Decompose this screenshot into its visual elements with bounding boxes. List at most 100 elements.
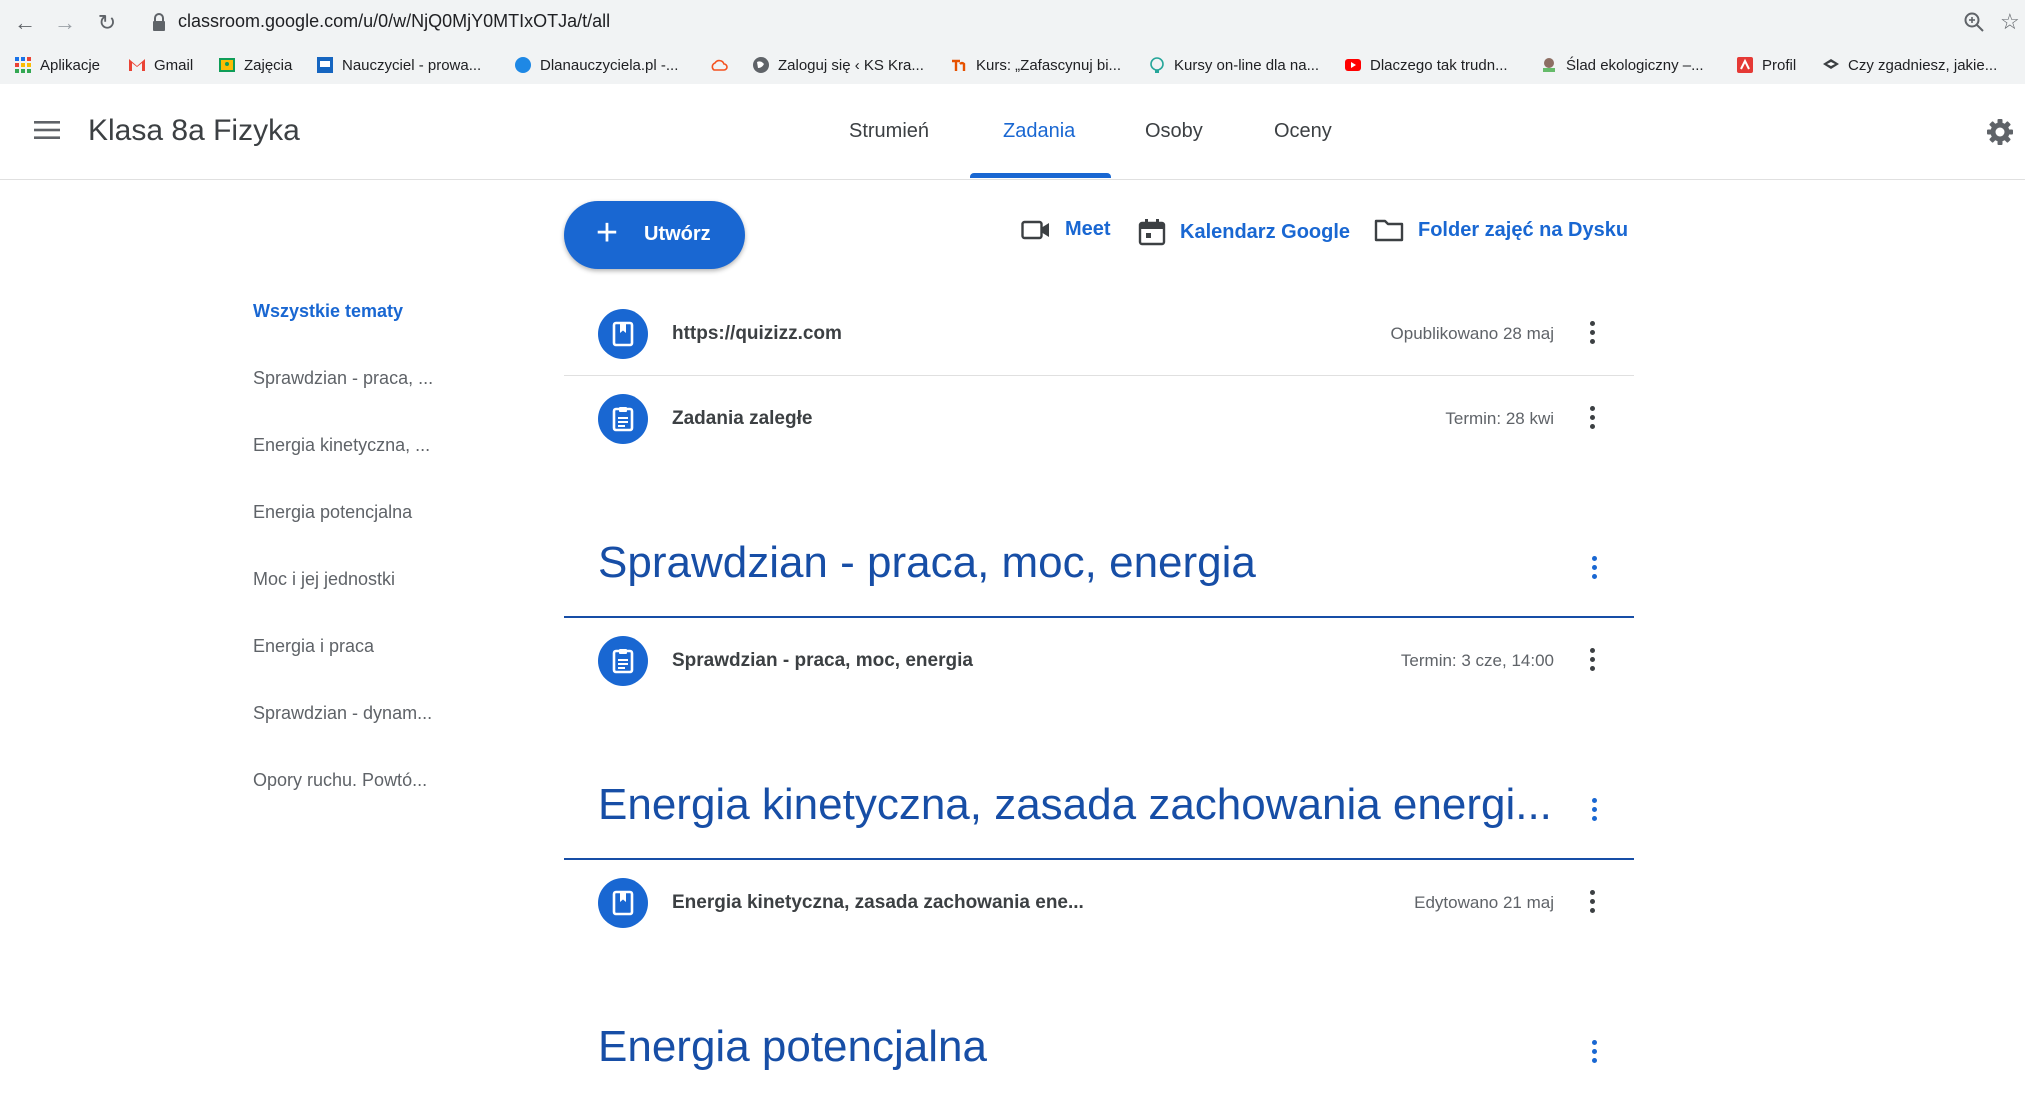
- more-options-icon[interactable]: [1590, 556, 1598, 580]
- item-date: Opublikowano 28 maj: [1390, 324, 1554, 343]
- item-title: Energia kinetyczna, zasada zachowania en…: [672, 892, 1084, 913]
- topic-sprawdzian-dynamika[interactable]: Sprawdzian - dynam...: [253, 703, 432, 724]
- zoom-icon[interactable]: [1963, 11, 1985, 33]
- gmail-icon: [129, 59, 145, 71]
- bookmark-dlaczego[interactable]: Dlaczego tak trudn...: [1344, 55, 1508, 75]
- more-options-icon[interactable]: [1588, 406, 1596, 430]
- meet-label: Meet: [1065, 218, 1111, 240]
- calendar-icon: [1138, 219, 1166, 246]
- topic-section-title[interactable]: Sprawdzian - praca, moc, energia: [598, 538, 1256, 588]
- bookmark-label: Dlaczego tak trudn...: [1370, 56, 1508, 74]
- url-text[interactable]: classroom.google.com/u/0/w/NjQ0MjY0MTIxO…: [178, 11, 610, 32]
- bookmark-zajecia[interactable]: Zajęcia: [218, 55, 292, 75]
- bookmark-kurs[interactable]: Kurs: „Zafascynuj bi...: [950, 55, 1121, 75]
- lock-icon: [153, 13, 165, 31]
- item-title: Zadania zaległe: [672, 408, 813, 429]
- bookmark-zaloguj[interactable]: Zaloguj się ‹ KS Kra...: [752, 55, 924, 75]
- more-options-icon[interactable]: [1588, 890, 1596, 914]
- bookmark-apps[interactable]: Aplikacje: [14, 55, 100, 75]
- bookmark-kursy-online[interactable]: Kursy on-line dla na...: [1148, 55, 1319, 75]
- more-options-icon[interactable]: [1590, 798, 1598, 822]
- more-options-icon[interactable]: [1588, 648, 1596, 672]
- bookmark-gmail[interactable]: Gmail: [128, 55, 193, 75]
- more-options-icon[interactable]: [1590, 1040, 1598, 1064]
- assignment-item[interactable]: Sprawdzian - praca, moc, energia Termin:…: [564, 618, 1634, 702]
- topic-all[interactable]: Wszystkie tematy: [253, 301, 403, 322]
- create-button-label: Utwórz: [644, 223, 711, 245]
- class-title[interactable]: Klasa 8a Fizyka: [88, 114, 300, 148]
- item-due-date: Termin: 28 kwi: [1445, 409, 1554, 428]
- tab-people[interactable]: Osoby: [1145, 120, 1203, 143]
- material-icon: [598, 309, 648, 359]
- plus-icon: +: [595, 212, 619, 254]
- bookmark-label: Nauczyciel - prowa...: [342, 56, 482, 74]
- drive-folder-label: Folder zajęć na Dysku: [1418, 218, 1629, 241]
- classroom-header: Klasa 8a Fizyka Strumień Zadania Osoby O…: [0, 84, 2025, 180]
- assignment-item[interactable]: Zadania zaległe Termin: 28 kwi: [564, 376, 1634, 460]
- bookmark-label: Ślad ekologiczny –...: [1566, 56, 1704, 74]
- bookmark-czy-zgadniesz[interactable]: Czy zgadniesz, jakie...: [1822, 55, 1997, 75]
- bookmark-label: Gmail: [154, 56, 194, 74]
- assignment-icon: [598, 636, 648, 686]
- topic-energia-potencjalna[interactable]: Energia potencjalna: [253, 502, 412, 523]
- active-tab-indicator: [970, 173, 1111, 178]
- back-icon[interactable]: ←: [12, 10, 38, 36]
- topic-energia-i-praca[interactable]: Energia i praca: [253, 636, 374, 657]
- blue-circle-icon: [515, 57, 531, 73]
- bookmark-cloud[interactable]: [710, 55, 736, 75]
- bookmark-label: Dlanauczyciela.pl -...: [540, 56, 679, 74]
- profile-icon: [1737, 57, 1753, 73]
- item-title: https://quizizz.com: [672, 323, 842, 344]
- bookmark-label: Kursy on-line dla na...: [1174, 56, 1320, 74]
- eco-icon: [1543, 58, 1555, 72]
- topic-section-title[interactable]: Energia potencjalna: [598, 1022, 987, 1072]
- course-icon: [952, 59, 966, 71]
- bookmark-label: Zaloguj się ‹ KS Kra...: [778, 56, 924, 74]
- topic-moc[interactable]: Moc i jej jednostki: [253, 569, 395, 590]
- layers-icon: [1823, 59, 1839, 69]
- create-button[interactable]: + Utwórz: [564, 201, 745, 269]
- bookmark-dlanauczyciela[interactable]: Dlanauczyciela.pl -...: [514, 55, 678, 75]
- bookmark-slad[interactable]: Ślad ekologiczny –...: [1540, 55, 1704, 75]
- reload-icon[interactable]: ↻: [94, 10, 120, 36]
- assignment-icon: [598, 394, 648, 444]
- item-due-date: Termin: 3 cze, 14:00: [1400, 651, 1554, 670]
- bookmark-star-icon[interactable]: ☆: [2000, 9, 2020, 35]
- material-icon: [598, 878, 648, 928]
- bookmark-label: Kurs: „Zafascynuj bi...: [976, 56, 1122, 74]
- item-title: Sprawdzian - praca, moc, energia: [672, 650, 973, 671]
- cloud-icon: [711, 59, 728, 71]
- youtube-icon: [1345, 59, 1361, 71]
- gear-icon[interactable]: [1985, 117, 2015, 147]
- drive-folder-link[interactable]: Folder zajęć na Dysku: [1374, 218, 1628, 242]
- bookmark-label: Zajęcia: [244, 56, 293, 74]
- topic-section-title[interactable]: Energia kinetyczna, zasada zachowania en…: [598, 780, 1552, 830]
- material-item[interactable]: Energia kinetyczna, zasada zachowania en…: [564, 860, 1634, 944]
- calendar-label: Kalendarz Google: [1180, 220, 1351, 243]
- video-camera-icon: [1021, 220, 1049, 239]
- tab-classwork[interactable]: Zadania: [1003, 120, 1075, 143]
- tab-grades[interactable]: Oceny: [1274, 120, 1332, 143]
- topic-opory-ruchu[interactable]: Opory ruchu. Powtó...: [253, 770, 427, 791]
- tab-stream[interactable]: Strumień: [849, 120, 929, 143]
- item-edited-date: Edytowano 21 maj: [1414, 893, 1554, 912]
- bookmark-profil[interactable]: Profil: [1736, 55, 1796, 75]
- bookmark-label: Aplikacje: [40, 56, 101, 74]
- bookmark-label: Profil: [1762, 56, 1797, 74]
- topic-energia-kinetyczna[interactable]: Energia kinetyczna, ...: [253, 435, 430, 456]
- topic-sprawdzian-praca[interactable]: Sprawdzian - praca, ...: [253, 368, 433, 389]
- globe-icon: [753, 57, 769, 73]
- material-item[interactable]: https://quizizz.com Opublikowano 28 maj: [564, 291, 1634, 376]
- google-calendar-link[interactable]: Kalendarz Google: [1138, 218, 1350, 246]
- hamburger-menu-icon[interactable]: [34, 120, 60, 140]
- bulb-icon: [1150, 57, 1164, 73]
- forward-icon[interactable]: →: [52, 10, 78, 36]
- meet-link[interactable]: Meet: [1021, 218, 1111, 241]
- bookmarks-bar: Aplikacje Gmail Zajęcia Nauczyciel - pro…: [0, 46, 2025, 85]
- more-options-icon[interactable]: [1588, 321, 1596, 345]
- bookmark-nauczyciel[interactable]: Nauczyciel - prowa...: [316, 55, 481, 75]
- browser-address-bar: ← → ↻ classroom.google.com/u/0/w/NjQ0MjY…: [0, 0, 2025, 46]
- apps-grid-icon: [15, 57, 31, 73]
- folder-icon: [1374, 219, 1404, 242]
- teacher-site-icon: [317, 57, 333, 73]
